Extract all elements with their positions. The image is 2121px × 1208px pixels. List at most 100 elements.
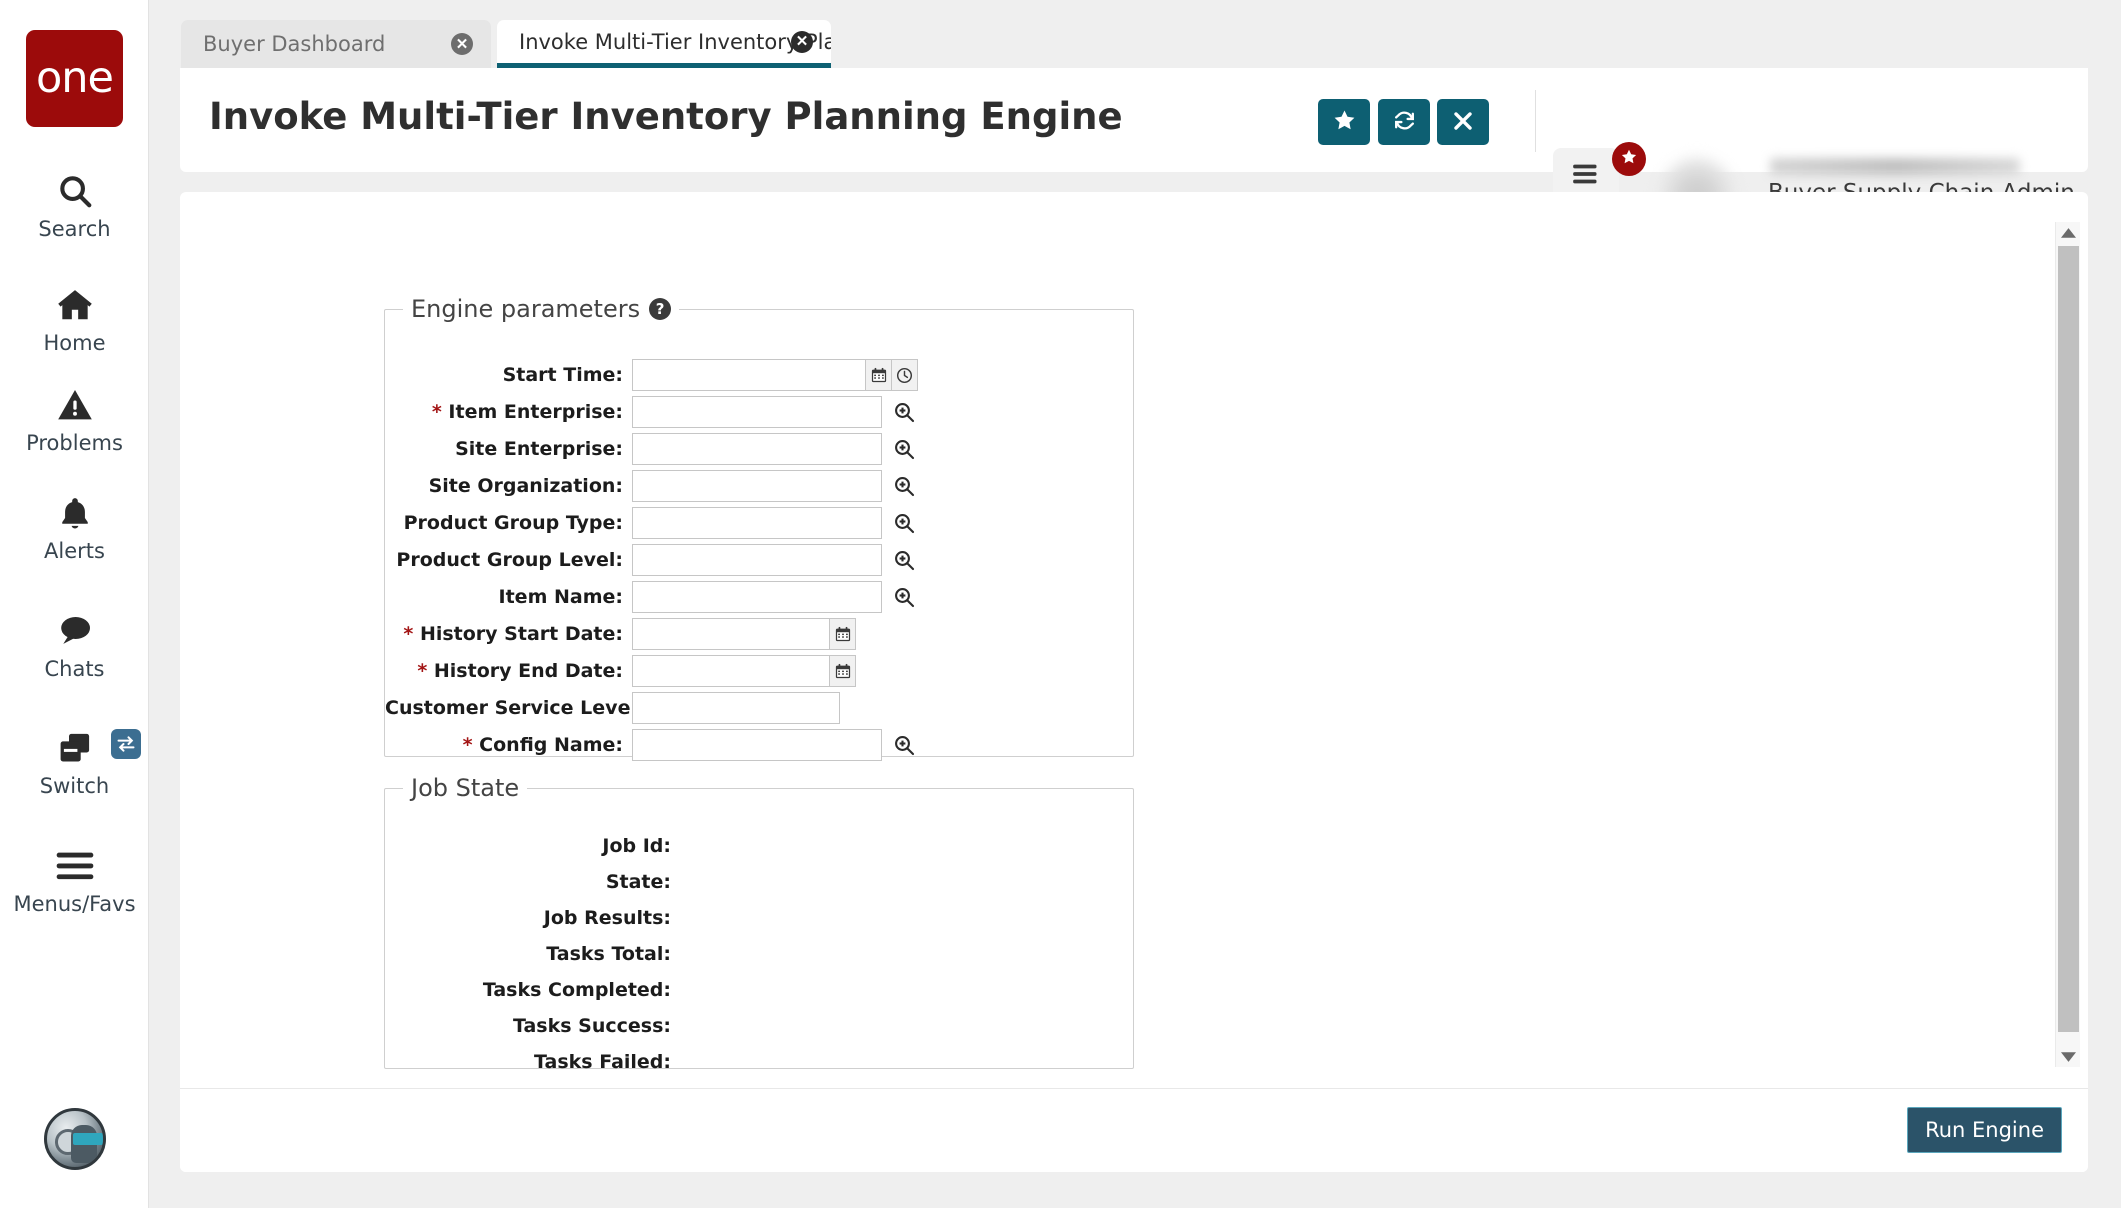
sidebar-item-label: Alerts: [44, 540, 105, 563]
history-start-date-input[interactable]: [632, 618, 830, 650]
state-row-tasks-failed: Tasks Failed:: [385, 1044, 1133, 1080]
run-engine-button[interactable]: Run Engine: [1907, 1107, 2062, 1153]
page-header: Invoke Multi-Tier Inventory Planning Eng…: [180, 68, 2088, 172]
field-row-history-end-date: * History End Date:: [385, 653, 1133, 689]
header-divider: [1535, 90, 1536, 152]
bell-icon: [58, 490, 92, 536]
state-row-tasks-total: Tasks Total:: [385, 936, 1133, 972]
job-state-panel: Job State Job Id: State: Job Results: Ta…: [384, 774, 1134, 1069]
history-end-date-input[interactable]: [632, 655, 830, 687]
close-button[interactable]: [1437, 99, 1489, 145]
home-icon: [55, 282, 95, 328]
calendar-icon[interactable]: [866, 359, 892, 391]
search-plus-icon[interactable]: [891, 584, 917, 610]
chat-bubble-icon: [55, 608, 95, 654]
state-label: Tasks Completed:: [385, 979, 680, 1001]
state-row-state: State:: [385, 864, 1133, 900]
tab-label: Buyer Dashboard: [203, 32, 385, 56]
calendar-icon[interactable]: [830, 655, 856, 687]
vertical-scrollbar[interactable]: [2055, 222, 2080, 1067]
sidebar-item-label: Problems: [26, 432, 123, 455]
question-mark-icon[interactable]: ?: [649, 298, 671, 320]
product-group-type-input[interactable]: [632, 507, 882, 539]
close-circle-icon[interactable]: ✕: [451, 33, 473, 55]
sidebar-item-home[interactable]: Home: [0, 282, 149, 355]
state-row-job-results: Job Results:: [385, 900, 1133, 936]
field-label: Start Time:: [385, 364, 632, 386]
tab-buyer-dashboard[interactable]: Buyer Dashboard ✕: [181, 20, 491, 68]
tab-strip: Buyer Dashboard ✕ Invoke Multi-Tier Inve…: [149, 0, 2121, 68]
field-row-product-group-type: Product Group Type:: [385, 505, 1133, 541]
search-icon: [56, 168, 94, 214]
customer-service-level-input[interactable]: [632, 692, 840, 724]
search-plus-icon[interactable]: [891, 510, 917, 536]
sidebar-item-menus-favs[interactable]: Menus/Favs: [0, 843, 149, 916]
field-label: Site Organization:: [385, 475, 632, 497]
required-marker: *: [403, 623, 413, 645]
state-label: Tasks Success:: [385, 1015, 680, 1037]
left-sidebar: one Search Home Problems: [0, 0, 149, 1208]
status-badge[interactable]: [1612, 142, 1646, 176]
warning-triangle-icon: [56, 382, 94, 428]
content-scroll-area: Engine parameters ? Start Time:: [180, 192, 2025, 1082]
item-name-input[interactable]: [632, 581, 882, 613]
bottom-strip: [149, 1172, 2121, 1208]
footer-bar: Run Engine: [180, 1088, 2088, 1172]
search-plus-icon[interactable]: [891, 473, 917, 499]
field-row-product-group-level: Product Group Level:: [385, 542, 1133, 578]
search-plus-icon[interactable]: [891, 399, 917, 425]
search-plus-icon[interactable]: [891, 732, 917, 758]
page-title: Invoke Multi-Tier Inventory Planning Eng…: [209, 95, 1123, 138]
state-label: Job Results:: [385, 907, 680, 929]
content-card: Engine parameters ? Start Time:: [180, 192, 2088, 1172]
brand-logo[interactable]: one: [26, 30, 123, 127]
required-marker: *: [463, 734, 473, 756]
field-row-item-enterprise: * Item Enterprise:: [385, 394, 1133, 430]
refresh-button[interactable]: [1378, 99, 1430, 145]
field-label: Site Enterprise:: [385, 438, 632, 460]
field-label: * Config Name:: [385, 734, 632, 756]
engine-parameters-panel: Engine parameters ? Start Time:: [384, 295, 1134, 757]
x-icon: [1451, 109, 1475, 136]
user-name-redacted: [1770, 158, 2020, 175]
start-time-input[interactable]: [632, 359, 866, 391]
clock-icon[interactable]: [892, 359, 918, 391]
item-enterprise-input[interactable]: [632, 396, 882, 428]
refresh-icon: [1392, 108, 1417, 136]
sidebar-item-search[interactable]: Search: [0, 168, 149, 241]
sidebar-item-alerts[interactable]: Alerts: [0, 490, 149, 563]
state-label: Tasks Total:: [385, 943, 680, 965]
field-label: Product Group Type:: [385, 512, 632, 534]
engine-parameters-legend-text: Engine parameters: [411, 295, 640, 323]
site-enterprise-input[interactable]: [632, 433, 882, 465]
scrollbar-thumb[interactable]: [2058, 246, 2079, 1032]
sidebar-item-chats[interactable]: Chats: [0, 608, 149, 681]
field-row-history-start-date: * History Start Date:: [385, 616, 1133, 652]
product-group-level-input[interactable]: [632, 544, 882, 576]
state-row-tasks-success: Tasks Success:: [385, 1008, 1133, 1044]
close-circle-icon[interactable]: ✕: [791, 31, 813, 53]
tab-invoke-multi-tier-inventory-plan[interactable]: Invoke Multi-Tier Inventory Plan... ✕: [497, 20, 831, 68]
sidebar-item-label: Home: [43, 332, 105, 355]
field-row-start-time: Start Time:: [385, 357, 1133, 393]
search-plus-icon[interactable]: [891, 436, 917, 462]
ai-assistant-avatar[interactable]: [44, 1108, 106, 1170]
favorite-button[interactable]: [1318, 99, 1370, 145]
site-organization-input[interactable]: [632, 470, 882, 502]
field-label: Product Group Level:: [385, 549, 632, 571]
state-row-tasks-completed: Tasks Completed:: [385, 972, 1133, 1008]
swap-arrows-icon[interactable]: [111, 729, 141, 759]
search-plus-icon[interactable]: [891, 547, 917, 573]
caret-up-icon[interactable]: [2056, 222, 2081, 244]
caret-down-icon[interactable]: [2056, 1045, 2081, 1067]
calendar-icon[interactable]: [830, 618, 856, 650]
field-label: Customer Service Level:: [385, 697, 632, 719]
state-label: Tasks Failed:: [385, 1051, 680, 1073]
config-name-input[interactable]: [632, 729, 882, 761]
sidebar-item-problems[interactable]: Problems: [0, 382, 149, 455]
state-row-job-id: Job Id:: [385, 828, 1133, 864]
tab-label: Invoke Multi-Tier Inventory Plan...: [519, 30, 831, 54]
field-label: * History Start Date:: [385, 623, 632, 645]
field-row-config-name: * Config Name:: [385, 727, 1133, 763]
sidebar-item-label: Switch: [40, 775, 109, 798]
